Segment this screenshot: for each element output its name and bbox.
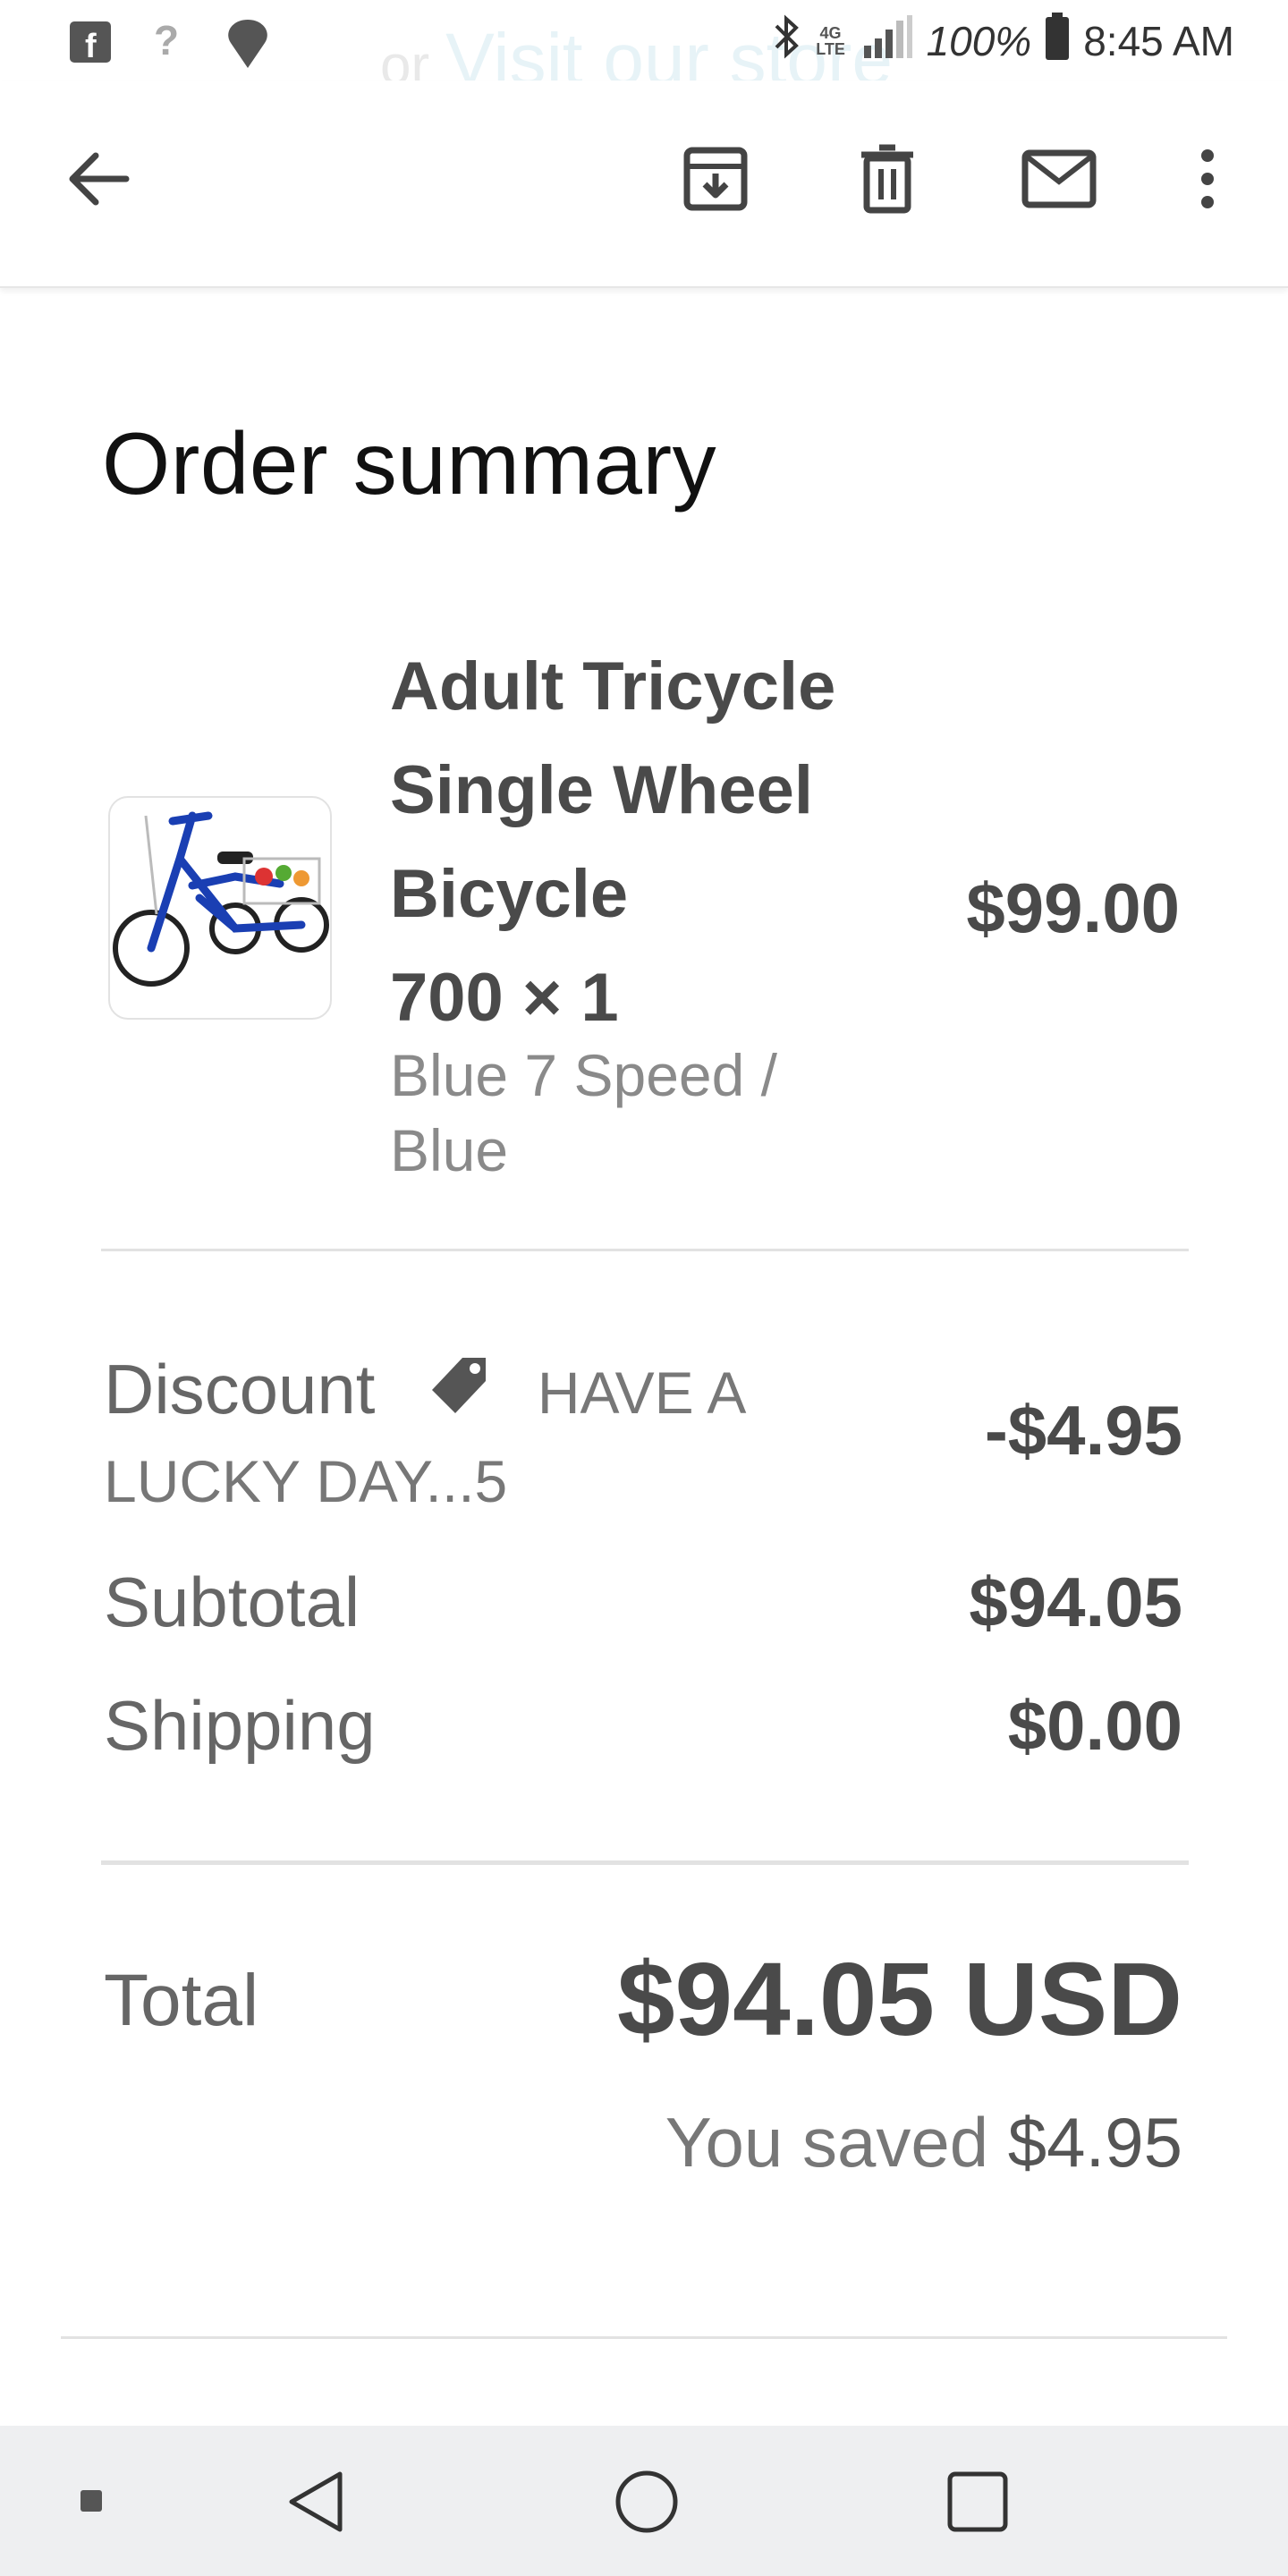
battery-icon bbox=[1044, 12, 1071, 71]
delete-icon bbox=[861, 144, 913, 214]
shipping-value: $0.00 bbox=[1007, 1686, 1182, 1765]
mark-unread-button[interactable] bbox=[1014, 134, 1104, 224]
status-bar: f ? or Visit our store 4G LTE 100% 8:45 AM bbox=[0, 0, 1288, 100]
network-icon: 4G LTE bbox=[816, 24, 845, 58]
product-name[interactable]: Adult Tricycle Single Wheel Bicycle 700 … bbox=[390, 635, 891, 1050]
discount-label: Discount bbox=[104, 1350, 376, 1428]
product-variant-line2: Blue bbox=[390, 1117, 509, 1183]
divider bbox=[101, 1249, 1189, 1251]
back-arrow-icon bbox=[69, 152, 130, 206]
page-title: Order summary bbox=[102, 414, 717, 513]
savings-prefix: You saved bbox=[665, 2103, 989, 2182]
product-quantity: 700 × 1 bbox=[390, 960, 619, 1036]
signal-icon bbox=[860, 13, 914, 70]
archive-button[interactable] bbox=[671, 134, 760, 224]
product-name-line3: Bicycle bbox=[390, 856, 629, 932]
discount-value: -$4.95 bbox=[984, 1391, 1182, 1470]
menu-dot-icon[interactable] bbox=[80, 2490, 102, 2512]
back-nav-button[interactable] bbox=[284, 2469, 347, 2539]
battery-percent: 100% bbox=[926, 18, 1032, 64]
discount-code-line2: LUCKY DAY...5 bbox=[104, 1448, 508, 1514]
clock: 8:45 AM bbox=[1083, 18, 1234, 64]
tricycle-image bbox=[113, 811, 329, 987]
product-variant: Blue 7 Speed / Blue bbox=[390, 1038, 855, 1188]
shipping-label: Shipping bbox=[104, 1686, 376, 1765]
product-name-line2: Single Wheel bbox=[390, 752, 813, 828]
home-nav-button[interactable] bbox=[614, 2469, 680, 2539]
delete-button[interactable] bbox=[843, 134, 932, 224]
unknown-icon: ? bbox=[154, 17, 180, 64]
savings-text: You saved $4.95 bbox=[665, 2102, 1182, 2183]
divider bbox=[61, 2336, 1227, 2339]
mail-icon bbox=[1021, 149, 1097, 208]
more-icon bbox=[1201, 149, 1214, 208]
triangle-back-icon bbox=[289, 2471, 343, 2532]
more-button[interactable] bbox=[1163, 134, 1252, 224]
back-button[interactable] bbox=[54, 134, 143, 224]
product-thumbnail[interactable] bbox=[108, 796, 332, 1020]
total-value: $94.05 USD bbox=[617, 1941, 1182, 2057]
discount-row: Discount HAVE A bbox=[104, 1349, 746, 1436]
svg-text:f: f bbox=[85, 28, 97, 63]
divider bbox=[101, 1860, 1189, 1865]
system-nav-bar bbox=[0, 2426, 1288, 2576]
status-indicators: 4G LTE 100% 8:45 AM bbox=[771, 12, 1234, 71]
circle-home-icon bbox=[615, 2470, 678, 2533]
facebook-icon: f bbox=[70, 21, 111, 65]
total-label: Total bbox=[104, 1960, 259, 2041]
product-name-line1: Adult Tricycle bbox=[390, 648, 836, 724]
subtotal-value: $94.05 bbox=[969, 1563, 1182, 1641]
savings-amount: $4.95 bbox=[1007, 2103, 1182, 2182]
notification-icon bbox=[220, 16, 275, 76]
discount-code-line1: HAVE A bbox=[537, 1360, 747, 1426]
bluetooth-icon bbox=[771, 13, 801, 70]
subtotal-label: Subtotal bbox=[104, 1563, 360, 1641]
tag-icon bbox=[427, 1354, 491, 1436]
archive-icon bbox=[683, 147, 748, 211]
recents-nav-button[interactable] bbox=[946, 2470, 1009, 2538]
product-variant-line1: Blue 7 Speed / bbox=[390, 1042, 777, 1108]
product-price: $99.00 bbox=[966, 869, 1180, 947]
email-toolbar bbox=[0, 80, 1288, 288]
square-recents-icon bbox=[947, 2471, 1008, 2532]
